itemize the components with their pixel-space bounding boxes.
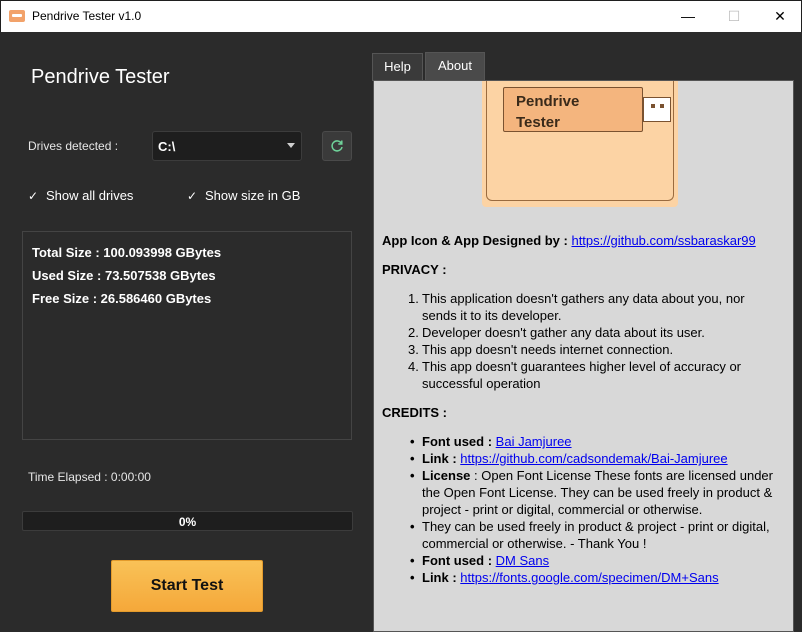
app-logo: Pendrive Tester [482,81,678,207]
maximize-button[interactable]: ☐ [711,1,757,32]
designer-label: App Icon & App Designed by : [382,233,572,248]
show-all-drives-label: Show all drives [46,188,134,203]
drives-detected-label: Drives detected : [28,139,119,153]
logo-text-line2: Tester [516,114,560,131]
license-text: : Open Font License These fonts are lice… [422,468,773,517]
list-item-text: Developer doesn't gather any data about … [422,325,705,340]
list-item-text: This application doesn't gathers any dat… [422,291,745,323]
list-item: 2. Developer doesn't gather any data abou… [402,324,772,341]
list-item: • They can be used freely in product & pr… [410,518,780,552]
start-test-button[interactable]: Start Test [111,560,263,612]
checkmark-icon: ✓ [187,189,198,203]
list-item: 1. This application doesn't gathers any d… [402,290,772,324]
tab-help[interactable]: Help [372,53,423,81]
show-size-gb-checkbox[interactable]: ✓ Show size in GB [187,188,300,203]
font1-label: Font used : [422,434,496,449]
drive-select[interactable]: C:\ [152,131,302,161]
font2-label: Font used : [422,553,496,568]
list-item-text: This app doesn't needs internet connecti… [422,342,674,357]
list-number: 4. [408,359,419,374]
logo-frame: Pendrive Tester [486,81,674,201]
link1-label: Link : [422,451,461,466]
progress-bar: 0% [22,511,353,531]
bullet: • [410,468,415,483]
close-button[interactable]: ✕ [757,1,802,32]
link2-url[interactable]: https://fonts.google.com/specimen/DM+San… [460,570,718,585]
logo-text-line1: Pendrive [516,93,580,110]
title-bar: Pendrive Tester v1.0 — ☐ ✕ [0,0,802,32]
link1-url[interactable]: https://github.com/cadsondemak/Bai-Jamju… [460,451,727,466]
designer-line: App Icon & App Designed by : https://git… [382,232,787,249]
list-number: 3. [408,342,419,357]
drive-select-value: C:\ [158,139,176,154]
freely-text: They can be used freely in product & pro… [422,519,770,551]
refresh-button[interactable] [322,131,352,161]
window-title: Pendrive Tester v1.0 [32,9,142,23]
checkmark-icon: ✓ [28,189,39,203]
free-size-text: Free Size : 26.586460 GBytes [32,291,212,306]
show-size-gb-label: Show size in GB [205,188,301,203]
credits-heading-text: CREDITS : [382,405,447,420]
credits-heading: CREDITS : [382,404,787,421]
list-item: • Font used : Bai Jamjuree [410,433,780,450]
font1-link[interactable]: Bai Jamjuree [496,434,572,449]
link2-label: Link : [422,570,461,585]
app-icon [9,10,25,22]
font2-link[interactable]: DM Sans [496,553,549,568]
used-size-text: Used Size : 73.507538 GBytes [32,268,216,283]
bullet: • [410,519,415,534]
refresh-icon [331,140,343,152]
privacy-list: 1. This application doesn't gathers any d… [402,290,772,392]
pendrive-body: Pendrive Tester [503,87,643,132]
list-number: 1. [408,291,419,306]
privacy-heading-text: PRIVACY : [382,262,447,277]
time-elapsed-text: Time Elapsed : 0:00:00 [28,470,151,484]
progress-label: 0% [178,515,197,529]
page-title: Pendrive Tester [31,66,170,88]
list-item: • Link : https://github.com/cadsondemak/B… [410,450,780,467]
bullet: • [410,570,415,585]
list-item-text: This app doesn't guarantees higher level… [422,359,742,391]
total-size-text: Total Size : 100.093998 GBytes [32,245,222,260]
app-client-area: Pendrive Tester Drives detected : C:\ ✓ S… [1,32,801,632]
bullet: • [410,553,415,568]
list-number: 2. [408,325,419,340]
designer-link[interactable]: https://github.com/ssbaraskar99 [571,233,755,248]
usb-plug-icon [643,97,671,122]
list-item: 4. This app doesn't guarantees higher lev… [402,358,772,392]
drive-info-box: Total Size : 100.093998 GBytes Used Size… [22,231,352,440]
tab-about[interactable]: About [425,52,485,80]
privacy-heading: PRIVACY : [382,261,787,278]
license-label: License [422,468,471,483]
logo-text: Pendrive Tester [516,91,579,133]
credits-list: • Font used : Bai Jamjuree • Link : https:… [410,433,780,586]
chevron-down-icon [287,143,295,148]
list-item: • License : Open Font License These fonts… [410,467,780,518]
bullet: • [410,451,415,466]
list-item: 3. This app doesn't needs internet connec… [402,341,772,358]
list-item: • Font used : DM Sans [410,552,780,569]
show-all-drives-checkbox[interactable]: ✓ Show all drives [28,188,133,203]
bullet: • [410,434,415,449]
minimize-button[interactable]: — [665,1,711,32]
list-item: • Link : https://fonts.google.com/specime… [410,569,780,586]
about-panel: Pendrive Tester App Icon & App Designed … [373,80,794,632]
